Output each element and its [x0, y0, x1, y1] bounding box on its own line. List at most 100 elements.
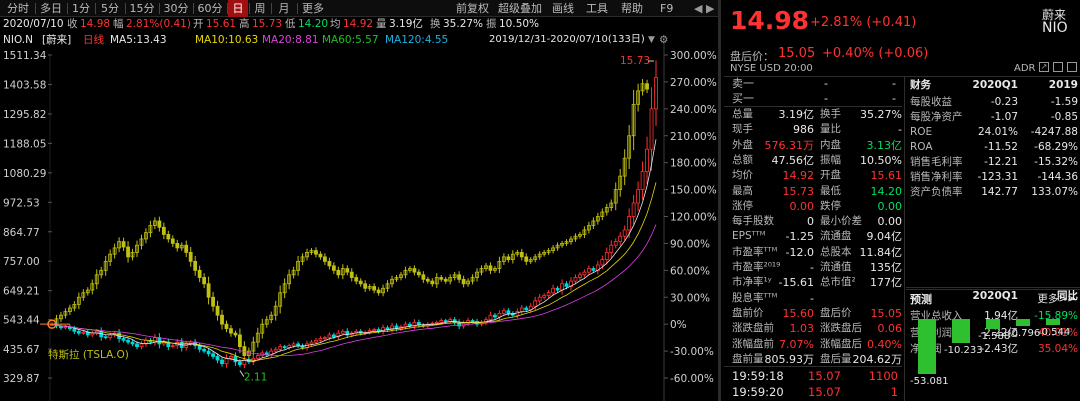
finance-col1: 24.01% [977, 126, 1018, 138]
candle [501, 310, 506, 314]
candle [555, 287, 560, 291]
orderbook-volume: - [892, 92, 896, 105]
stats-row: 盘前量 805.93万 盘后量 204.62万 [724, 352, 902, 367]
candle [81, 331, 86, 334]
candle [309, 341, 314, 345]
nav-prev-icon[interactable]: ◀ [694, 0, 702, 17]
y-left-tick: 757.00 [3, 256, 40, 268]
finance-col2: 35.04% [1037, 343, 1078, 355]
finance-col2: -144.36 [1037, 171, 1078, 183]
stats-row: 总额 47.56亿 振幅 10.50% [724, 153, 902, 168]
compare-candle [224, 323, 229, 330]
candle [649, 108, 654, 150]
compare-candle [314, 250, 318, 255]
candle [282, 346, 287, 348]
quote-panel: 14.98 +2.81% (+0.41) 蔚来 NIO 盘后价： 15.05 +… [724, 0, 1080, 401]
menu-icon[interactable]: ▼ [648, 33, 655, 47]
nav-next-icon[interactable]: ▶ [706, 0, 714, 17]
toolbar-item-2[interactable]: 画线 [552, 0, 574, 17]
compare-candle [211, 296, 215, 307]
ma-symbol: NIO.N [3, 34, 33, 46]
compare-candle [233, 332, 238, 336]
compare-candle [645, 83, 649, 90]
forecast-more-link[interactable]: 更多>> [1037, 291, 1076, 306]
y-right-tick: 240.00% [670, 104, 717, 116]
orderbook-label: 卖一 [732, 77, 754, 90]
timeframe-0[interactable]: 分时 [2, 0, 34, 17]
candle [654, 77, 658, 110]
y-left-tick: 329.87 [3, 373, 40, 385]
toolbar-separator [249, 3, 250, 14]
timeframe-4[interactable]: 15分 [126, 0, 158, 17]
y-right-tick: 30.00% [670, 292, 710, 304]
candle [170, 345, 175, 348]
toolbar-item-4[interactable]: 帮助 [621, 0, 643, 17]
forecast-bar [1016, 319, 1030, 326]
info-change-label: 幅 [113, 18, 124, 30]
stat-label: 盘前价 [732, 306, 764, 319]
stat-value: - [810, 291, 814, 305]
stats-row: 均价 14.92 开盘 15.61 [724, 168, 902, 183]
stat-label: 每手股数 [732, 215, 774, 228]
stat-value: 47.56亿 [771, 153, 815, 167]
stat-value: 7.07% [779, 337, 814, 351]
candle [631, 202, 636, 217]
compare-candle [238, 334, 242, 347]
stat-label: 总股本 [820, 245, 852, 258]
stats-row: 市盈率²⁰¹⁹ - 流通值 135亿 [724, 260, 902, 275]
info-vol: 3.19亿 [389, 18, 423, 30]
panel-divider[interactable] [718, 0, 721, 401]
compare-candle [170, 238, 175, 244]
toolbar-item-0[interactable]: 前复权 [456, 0, 489, 17]
stat-value: 0.40% [867, 337, 902, 351]
timeframe-8[interactable]: 周 [250, 0, 270, 17]
compare-candle [215, 305, 220, 316]
timeframe-10[interactable]: 更多 [298, 0, 328, 17]
split-icon[interactable] [1067, 62, 1077, 72]
candle [130, 341, 135, 345]
info-date: 2020/07/10 [3, 18, 64, 30]
finance-col2: -0.85 [1050, 111, 1078, 123]
gear-icon[interactable]: ⚙ [659, 33, 668, 47]
toolbar-item-1[interactable]: 超级叠加 [498, 0, 542, 17]
compare-candle [524, 256, 529, 262]
timeframe-3[interactable]: 5分 [96, 0, 124, 17]
stat-value: 0.00 [877, 199, 903, 213]
compare-candle [331, 265, 336, 271]
timeframe-5[interactable]: 30分 [160, 0, 192, 17]
stat-label: 盘后价 [820, 306, 852, 319]
ma120-value: MA120:4.55 [385, 34, 449, 46]
candle [533, 300, 538, 307]
chart-icon[interactable]: ↗ [1039, 62, 1049, 72]
compare-candle [193, 260, 198, 271]
grid-icon[interactable] [1053, 62, 1063, 72]
orderbook-row: 买一 - - [724, 91, 902, 106]
stat-value: 576.31万 [764, 138, 815, 152]
info-change: 2.81%(0.41) [126, 18, 191, 30]
candle [604, 251, 609, 260]
info-amp: 10.50% [499, 18, 540, 30]
toolbar-item-5[interactable]: F9 [660, 0, 673, 17]
stat-label: 盘后量 [820, 352, 852, 365]
toolbar-separator [271, 3, 272, 14]
y-left-tick: 1403.58 [3, 79, 46, 91]
kline-chart[interactable]: 1511.34 1403.58 1295.82 1188.05 1080.29 972.5… [0, 0, 718, 401]
toolbar-item-3[interactable]: 工具 [586, 0, 608, 17]
stat-value: 805.93万 [764, 352, 815, 366]
timeframe-6[interactable]: 60分 [194, 0, 226, 17]
stat-label: 涨跌盘后 [820, 322, 862, 335]
compare-candle [323, 256, 327, 262]
candle [537, 296, 542, 302]
timeframe-9[interactable]: 月 [272, 0, 296, 17]
forecast-label: -1.588 [978, 330, 1011, 342]
compare-candle [206, 283, 211, 298]
stats-row: 外盘 576.31万 内盘 3.13亿 [724, 138, 902, 153]
ma5-line [51, 139, 657, 362]
candle [273, 348, 278, 352]
timeframe-2[interactable]: 1分 [68, 0, 94, 17]
info-low: 14.20 [298, 18, 329, 30]
finance-col1: -11.52 [984, 141, 1018, 153]
candle [215, 356, 220, 361]
timeframe-7[interactable]: 日 [228, 0, 248, 17]
timeframe-1[interactable]: 多日 [36, 0, 66, 17]
